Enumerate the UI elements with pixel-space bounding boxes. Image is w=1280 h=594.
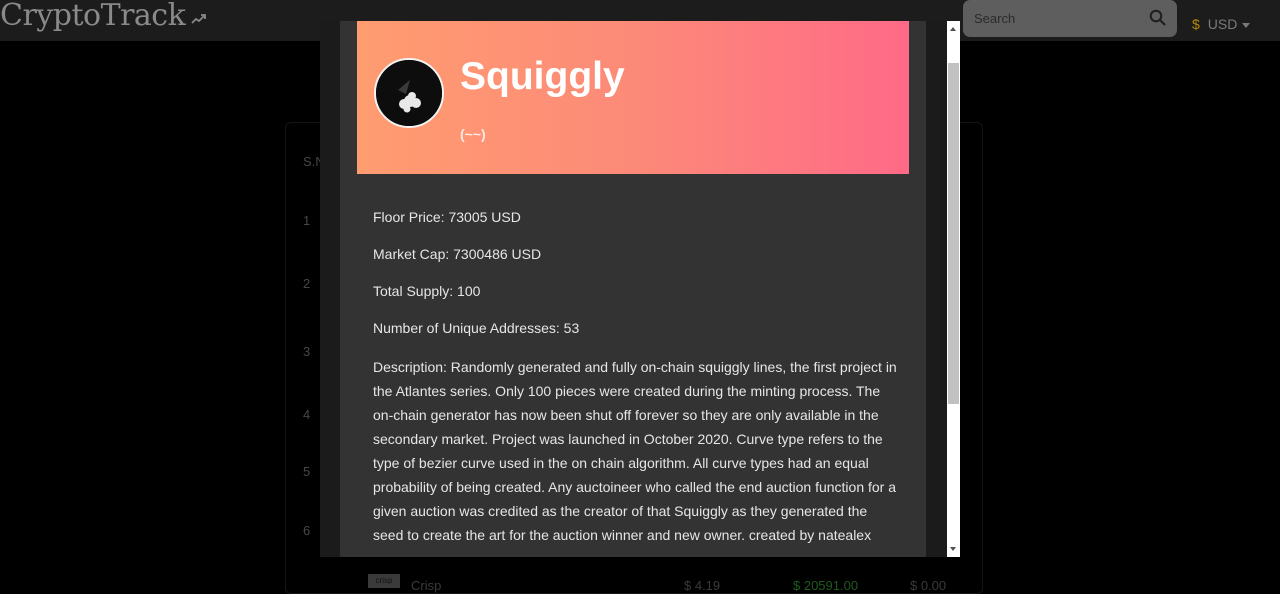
app-title: CryptoTrack: [0, 0, 186, 33]
collection-title: Squiggly: [460, 55, 625, 98]
row-number: 3: [303, 344, 311, 359]
currency-value: USD: [1207, 16, 1238, 32]
modal-scrollbar[interactable]: [947, 21, 960, 557]
row-number: 1: [303, 213, 311, 228]
currency-select[interactable]: $ USD: [1192, 16, 1251, 32]
collection-banner: Squiggly (~~): [357, 21, 909, 174]
collection-card: Squiggly (~~) Floor Price: 73005 USD Mar…: [340, 21, 926, 557]
collection-modal: Squiggly (~~) Floor Price: 73005 USD Mar…: [320, 21, 947, 557]
market-cap: Market Cap: 7300486 USD: [373, 246, 542, 262]
trending-up-icon: [187, 13, 207, 29]
floor-price: Floor Price: 73005 USD: [373, 209, 521, 225]
row-change: $ 4.19: [684, 578, 721, 593]
scrollbar-thumb[interactable]: [948, 63, 959, 404]
row-number: 4: [303, 407, 311, 422]
unique-addresses: Number of Unique Addresses: 53: [373, 320, 580, 336]
collection-description: Description: Randomly generated and full…: [373, 359, 897, 543]
row-name[interactable]: Crisp: [411, 578, 441, 593]
chevron-down-icon: [1242, 22, 1251, 28]
scroll-up-icon[interactable]: [950, 27, 956, 31]
row-number: 5: [303, 464, 311, 479]
collection-symbol: (~~): [460, 126, 486, 142]
search-input[interactable]: Search: [974, 11, 1015, 26]
currency-symbol: $: [1192, 16, 1200, 32]
search-icon[interactable]: [1149, 9, 1167, 27]
total-supply: Total Supply: 100: [373, 283, 481, 299]
row-price: $ 20591.00: [793, 578, 859, 593]
row-thumbnail: crisp: [368, 574, 400, 588]
row-number: 6: [303, 523, 311, 538]
collection-avatar: [374, 58, 444, 128]
row-volume: $ 0.00: [910, 578, 947, 593]
scroll-down-icon[interactable]: [950, 547, 956, 551]
app-logo[interactable]: CryptoTrack: [0, 0, 207, 33]
search-box[interactable]: Search: [963, 0, 1177, 37]
row-number: 2: [303, 276, 311, 291]
